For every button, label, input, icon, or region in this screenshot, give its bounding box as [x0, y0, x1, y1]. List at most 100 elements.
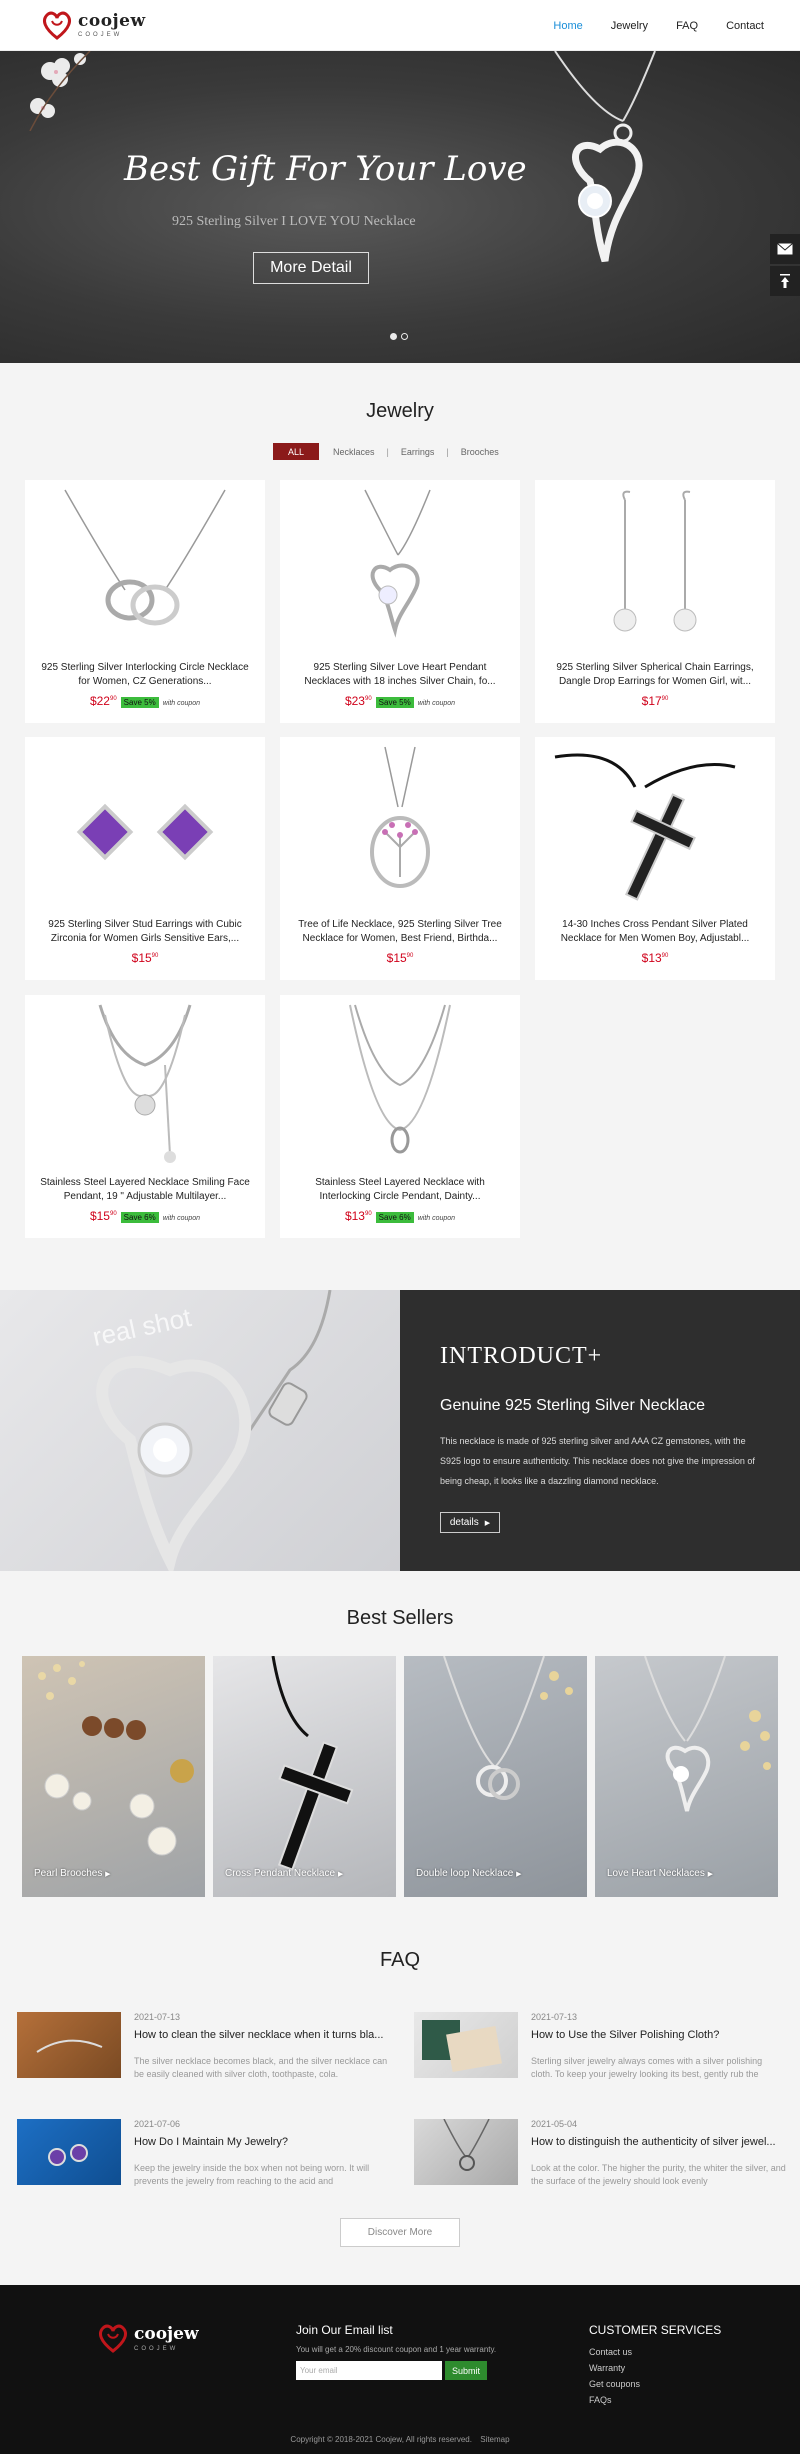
best-seller-card[interactable]: Double loop Necklace ▶: [404, 1656, 587, 1897]
filter-separator: |: [446, 446, 449, 457]
faq-answer: Look at the color. The higher the purity…: [531, 2163, 786, 2186]
product-card[interactable]: Tree of Life Necklace, 925 Sterling Silv…: [280, 737, 520, 980]
faq-title-text: FAQ: [379, 1949, 420, 1971]
product-card[interactable]: 925 Sterling Silver Spherical Chain Earr…: [535, 480, 775, 723]
price-row: $2390 Save 5% with coupon: [280, 694, 520, 708]
heart-pendant-image: [554, 51, 656, 263]
site-footer: coojew COOJEW Join Our Email list You wi…: [0, 2285, 800, 2454]
product-card[interactable]: Stainless Steel Layered Necklace Smiling…: [25, 995, 265, 1238]
filter-brooches[interactable]: Brooches: [461, 447, 499, 457]
footer-logo-subtext: COOJEW: [134, 2346, 179, 2352]
footer-link-coupons[interactable]: Get coupons: [589, 2379, 721, 2389]
best-seller-card[interactable]: Cross Pendant Necklace ▶: [213, 1656, 396, 1897]
product-card[interactable]: 925 Sterling Silver Stud Earrings with C…: [25, 737, 265, 980]
faq-item[interactable]: 2021-07-13 How to clean the silver neckl…: [17, 2012, 387, 2102]
product-name[interactable]: 925 Sterling Silver Interlocking Circle …: [37, 661, 253, 689]
faq-question[interactable]: How Do I Maintain My Jewelry?: [134, 2136, 389, 2148]
faq-item[interactable]: 2021-07-06 How Do I Maintain My Jewelry?…: [17, 2119, 387, 2209]
faq-item[interactable]: 2021-07-13 How to Use the Silver Polishi…: [414, 2012, 784, 2102]
category-filters: ALL Necklaces | Earrings | Brooches: [273, 443, 499, 460]
intro-product-photo: real shot: [0, 1290, 400, 1571]
hero-subtitle: 925 Sterling Silver I LOVE YOU Necklace: [172, 214, 416, 229]
nav-home[interactable]: Home: [553, 20, 582, 32]
product-name[interactable]: Tree of Life Necklace, 925 Sterling Silv…: [292, 918, 508, 946]
filter-necklaces[interactable]: Necklaces: [333, 447, 375, 457]
faq-thumbnail: [414, 2119, 518, 2185]
price-row: $1590 Save 6% with coupon: [25, 1209, 265, 1223]
carousel-dots: [390, 333, 408, 340]
site-logo[interactable]: coojew COOJEW: [40, 8, 146, 42]
cross-pendant-necklace-image: [554, 753, 736, 901]
intro-description: This necklace is made of 925 sterling si…: [440, 1436, 755, 1486]
logo-wordmark: coojew: [78, 10, 146, 31]
faq-thumbnail: [414, 2012, 518, 2078]
customer-services: CUSTOMER SERVICES Contact us Warranty Ge…: [589, 2323, 721, 2405]
best-sellers-title-text: Best Sellers: [346, 1607, 454, 1629]
price-row: $1590: [280, 951, 520, 965]
product-price: $1590: [89, 1209, 117, 1223]
carousel-dot[interactable]: [390, 333, 397, 340]
footer-logo[interactable]: coojew COOJEW: [96, 2321, 199, 2355]
email-input[interactable]: Your email: [296, 2361, 442, 2380]
intro-subheading: Genuine 925 Sterling Silver Necklace: [440, 1397, 706, 1414]
product-card[interactable]: 14-30 Inches Cross Pendant Silver Plated…: [535, 737, 775, 980]
smiling-face-layered-necklace-image: [98, 1004, 192, 1163]
product-name[interactable]: 925 Sterling Silver Stud Earrings with C…: [37, 918, 253, 946]
product-card[interactable]: 925 Sterling Silver Love Heart Pendant N…: [280, 480, 520, 723]
faq-title: FAQ: [0, 1949, 800, 1972]
sitemap-link[interactable]: Sitemap: [480, 2435, 509, 2444]
best-seller-caption: Love Heart Necklaces ▶: [607, 1868, 713, 1879]
faq-question[interactable]: How to distinguish the authenticity of s…: [531, 2136, 786, 2148]
nav-jewelry[interactable]: Jewelry: [611, 20, 648, 32]
product-name[interactable]: 14-30 Inches Cross Pendant Silver Plated…: [547, 918, 763, 946]
nav-faq[interactable]: FAQ: [676, 20, 698, 32]
product-name[interactable]: 925 Sterling Silver Love Heart Pendant N…: [292, 661, 508, 689]
price-row: $1790: [535, 694, 775, 708]
interlocking-layered-necklace-image: [349, 1004, 451, 1154]
back-to-top-icon[interactable]: [770, 266, 800, 296]
footer-link-warranty[interactable]: Warranty: [589, 2363, 721, 2373]
product-price: $1590: [131, 951, 159, 965]
coupon-text: with coupon: [162, 1215, 201, 1222]
filter-all[interactable]: ALL: [273, 443, 319, 460]
footer-link-faqs[interactable]: FAQs: [589, 2395, 721, 2405]
product-price: $1390: [641, 951, 669, 965]
filter-earrings[interactable]: Earrings: [401, 447, 435, 457]
carousel-dot[interactable]: [401, 333, 408, 340]
cross-pendant-photo: [271, 1656, 354, 1871]
best-seller-card[interactable]: Pearl Brooches ▶: [22, 1656, 205, 1897]
faq-date: 2021-07-13: [134, 2012, 181, 2022]
flower-decoration-icon: [29, 51, 91, 131]
product-card[interactable]: 925 Sterling Silver Interlocking Circle …: [25, 480, 265, 723]
product-price: $2290: [89, 694, 117, 708]
faq-answer: Sterling silver jewelry always comes wit…: [531, 2056, 763, 2079]
more-detail-button[interactable]: More Detail: [253, 252, 369, 284]
spherical-chain-earrings-image: [613, 490, 697, 632]
coupon-text: with coupon: [417, 1215, 456, 1222]
save-badge: Save 5%: [120, 697, 159, 708]
price-row: $2290 Save 5% with coupon: [25, 694, 265, 708]
product-price: $1390: [344, 1209, 372, 1223]
copyright-text: Copyright © 2018-2021 Coojew, All rights…: [290, 2435, 472, 2444]
submit-button[interactable]: Submit: [445, 2361, 487, 2380]
heart-logo-icon: [43, 11, 71, 40]
side-toolbar: [770, 234, 800, 298]
nav-contact[interactable]: Contact: [726, 20, 764, 32]
faq-question[interactable]: How to Use the Silver Polishing Cloth?: [531, 2029, 786, 2041]
product-name[interactable]: Stainless Steel Layered Necklace with In…: [292, 1176, 508, 1204]
product-name[interactable]: 925 Sterling Silver Spherical Chain Earr…: [547, 661, 763, 689]
discover-more-button[interactable]: Discover More: [340, 2218, 460, 2247]
mail-icon[interactable]: [770, 234, 800, 264]
details-button[interactable]: details ▶: [440, 1512, 500, 1533]
faq-question[interactable]: How to clean the silver necklace when it…: [134, 2029, 389, 2041]
best-seller-card[interactable]: Love Heart Necklaces ▶: [595, 1656, 778, 1897]
love-heart-necklace-image: [644, 1656, 771, 1812]
love-heart-pendant-image: [364, 489, 431, 638]
product-card[interactable]: Stainless Steel Layered Necklace with In…: [280, 995, 520, 1238]
product-price: $1590: [386, 951, 414, 965]
interlocking-circle-necklace-image: [64, 489, 226, 626]
best-seller-caption: Double loop Necklace ▶: [416, 1868, 522, 1879]
footer-link-contact[interactable]: Contact us: [589, 2347, 721, 2357]
product-name[interactable]: Stainless Steel Layered Necklace Smiling…: [37, 1176, 253, 1204]
faq-item[interactable]: 2021-05-04 How to distinguish the authen…: [414, 2119, 786, 2209]
